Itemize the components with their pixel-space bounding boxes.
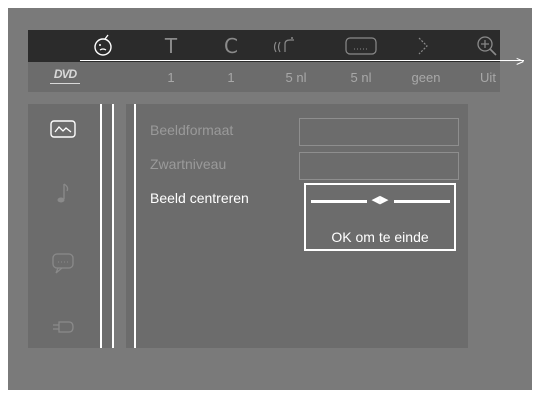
menu-arrow-line (80, 60, 524, 61)
popup-instruction: OK om te einde (331, 229, 429, 245)
sidebar-divider (100, 104, 102, 348)
slider-knob-icon[interactable]: ◀▶ (368, 191, 392, 209)
chapter-icon[interactable]: C (218, 34, 244, 58)
smiley-icon[interactable] (90, 33, 116, 59)
title-value: 1 (167, 70, 175, 85)
menu-arrow-head-icon: > (516, 53, 525, 69)
centering-popup[interactable]: ◀▶ OK om te einde (304, 183, 456, 251)
panel-divider-right (134, 104, 136, 348)
smiley-icon-graphic (94, 34, 112, 56)
setting-field-zwartniveau[interactable] (299, 152, 459, 180)
slider-track-left (311, 200, 367, 203)
zoom-value: Uit (480, 70, 496, 85)
setting-label-beeld-centreren[interactable]: Beeld centreren (150, 190, 249, 206)
picture-icon-graphic (50, 120, 76, 138)
zoom-icon[interactable] (474, 33, 500, 59)
speech-bubble-icon-graphic (52, 253, 74, 274)
setting-field-beeldformaat[interactable] (299, 118, 459, 146)
slider-track-right (394, 200, 450, 203)
subtitle-icon[interactable] (344, 35, 378, 57)
speech-bubble-icon[interactable] (46, 250, 80, 276)
subtitle-icon-graphic (345, 37, 377, 55)
setting-label-beeldformaat[interactable]: Beeldformaat (150, 122, 233, 138)
angle-icon-graphic (418, 37, 428, 55)
title-icon[interactable]: T (158, 34, 184, 58)
angle-icon[interactable] (410, 34, 436, 58)
panel-divider-left (112, 104, 114, 348)
plug-icon-graphic (53, 321, 74, 333)
angle-value: geen (411, 70, 441, 85)
music-note-icon[interactable] (46, 180, 80, 206)
dvd-logo: DVD (48, 67, 82, 85)
zoom-icon-graphic (477, 36, 497, 56)
audio-icon-graphic (273, 37, 294, 53)
audio-icon[interactable] (268, 34, 308, 58)
picture-icon[interactable] (46, 116, 80, 142)
audio-value: 5 nl (285, 70, 307, 85)
music-note-icon-graphic (57, 183, 69, 203)
subtitle-value: 5 nl (350, 70, 372, 85)
chapter-value: 1 (227, 70, 235, 85)
plug-icon[interactable] (46, 314, 80, 340)
setting-label-zwartniveau[interactable]: Zwartniveau (150, 156, 226, 172)
